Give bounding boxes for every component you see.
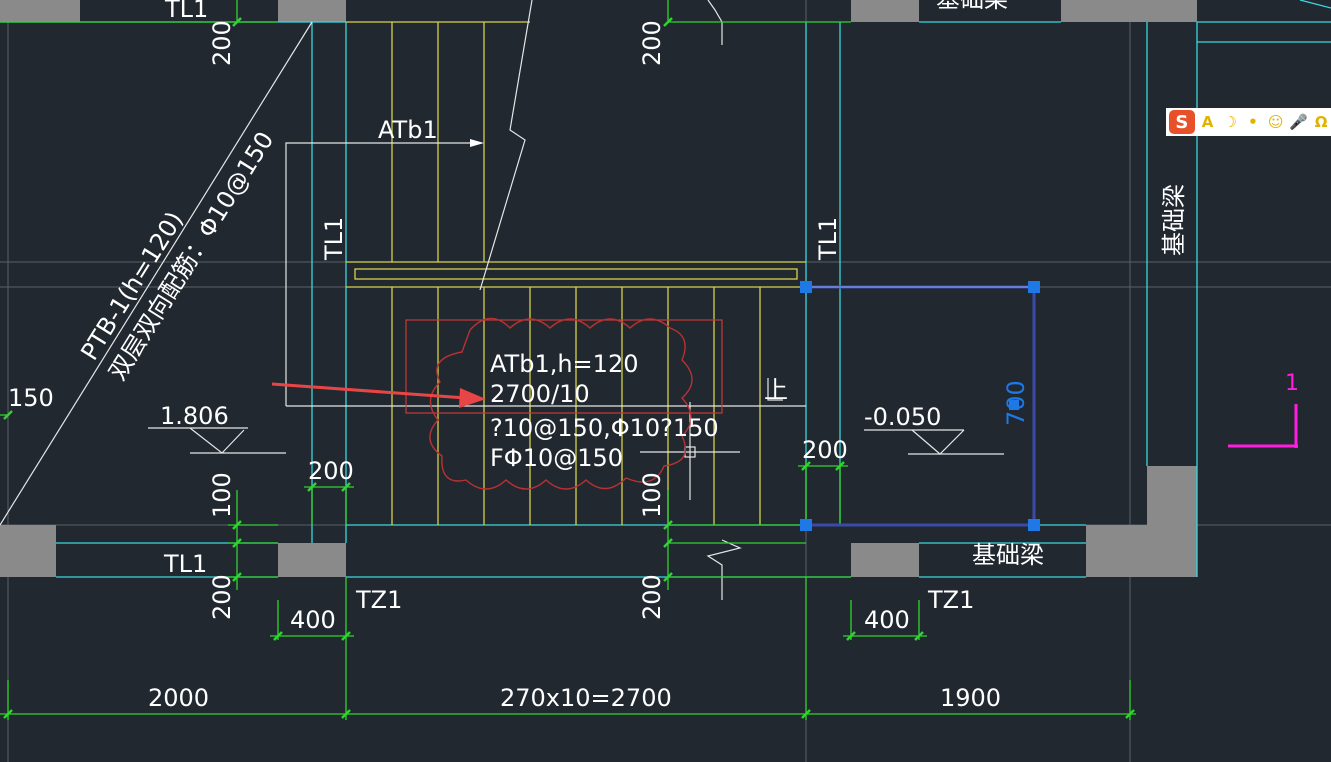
dim-total-left: 2000 [148, 684, 209, 712]
atb1-spec-line-1: ATb1,h=120 [490, 350, 638, 378]
ime-logo-icon[interactable]: S [1169, 110, 1195, 134]
dim-200-top-mid: 200 [638, 20, 666, 66]
up-mark-label: 上 [764, 376, 788, 404]
tl1-left-label: TL1 [320, 217, 348, 261]
ime-mode-icon[interactable]: A [1198, 113, 1218, 131]
dim-200-left: 200 [308, 457, 354, 485]
grip-bottom-left[interactable] [800, 519, 812, 531]
ime-emoji-icon[interactable]: ☺ [1266, 113, 1286, 131]
dim-400-right: 400 [864, 606, 910, 634]
ime-microphone-icon[interactable]: 🎤 [1289, 113, 1309, 131]
ime-toolbar[interactable]: S A ☽ • ☺ 🎤 Ω [1166, 108, 1331, 136]
dim-total-mid: 270x10=2700 [500, 684, 672, 712]
dim-700-label: 700 [1002, 380, 1030, 426]
dim-150-label: 150 [8, 384, 54, 412]
atb1-spec-line-4: FΦ10@150 [490, 444, 623, 472]
grip-bottom-right[interactable] [1028, 519, 1040, 531]
dim-100-mid: 100 [638, 472, 666, 518]
ime-moon-icon[interactable]: ☽ [1220, 113, 1240, 131]
atb1-spec-line-2: 2700/10 [490, 380, 590, 408]
tl1-right-label: TL1 [814, 217, 842, 261]
tz1-right-label: TZ1 [927, 586, 974, 614]
dim-200-bottom-left: 200 [208, 574, 236, 620]
ime-punctuation-icon[interactable]: • [1243, 113, 1263, 131]
level-right-label: -0.050 [864, 403, 941, 431]
dim-200-top-left: 200 [208, 20, 236, 66]
ucs-icon: 1 [1228, 371, 1299, 448]
dim-400-left: 400 [290, 606, 336, 634]
tl1-bottom-label: TL1 [163, 550, 207, 578]
tz1-left-label: TZ1 [355, 586, 402, 614]
dim-total-right: 1900 [940, 684, 1001, 712]
ptb-rebar-label: 双层双向配筋：Φ10@150 [103, 127, 279, 385]
drawing-texts: TL1 基础梁 200 200 ATb1 TL1 TL1 基础梁 PTB-1(h… [8, 0, 1188, 712]
grip-top-right[interactable] [1028, 281, 1040, 293]
ime-symbol-icon[interactable]: Ω [1311, 113, 1331, 131]
atb1-spec-line-3: ?10@150,Φ10?150 [490, 414, 719, 442]
foundation-beam-right-label: 基础梁 [1160, 184, 1188, 256]
dim-200-right: 200 [802, 436, 848, 464]
axis-lines [0, 0, 1331, 762]
dim-100-left: 100 [208, 472, 236, 518]
level-left-label: 1.806 [160, 402, 229, 430]
ucs-y-label: 1 [1285, 371, 1299, 396]
tl1-top-label: TL1 [164, 0, 208, 23]
cad-drawing-canvas[interactable]: 1 TL1 基础梁 200 200 ATb1 TL1 TL1 基础梁 PTB-1… [0, 0, 1331, 762]
foundation-beam-top-label: 基础梁 [936, 0, 1008, 13]
atb1-label: ATb1 [378, 116, 438, 144]
foundation-beam-bottom-label: 基础梁 [972, 541, 1044, 569]
grip-top-left[interactable] [800, 281, 812, 293]
dim-200-bottom-mid: 200 [638, 574, 666, 620]
